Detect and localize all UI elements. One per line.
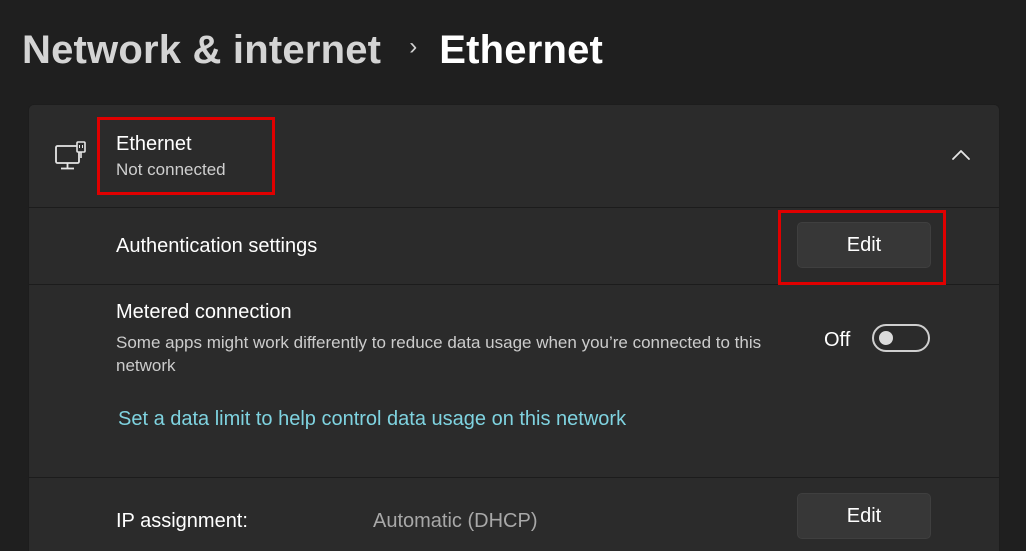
authentication-settings-row: Authentication settings Edit	[29, 208, 999, 285]
ip-assignment-edit-button[interactable]: Edit	[797, 493, 931, 539]
metered-connection-toggle[interactable]	[872, 324, 930, 352]
settings-page: Network & internet › Ethernet Ethernet N…	[0, 0, 1026, 551]
breadcrumb-separator: ›	[409, 33, 418, 60]
authentication-settings-label: Authentication settings	[116, 235, 318, 257]
breadcrumb: Network & internet › Ethernet	[22, 24, 603, 76]
metered-connection-label: Metered connection	[116, 301, 292, 323]
metered-connection-row: Metered connection Some apps might work …	[29, 285, 999, 478]
ethernet-title-highlight	[97, 117, 275, 195]
ip-assignment-label: IP assignment:	[116, 510, 248, 532]
metered-connection-description: Some apps might work differently to redu…	[116, 333, 762, 375]
ethernet-card: Ethernet Not connected Authentication se…	[28, 104, 1000, 551]
ethernet-monitor-icon	[55, 141, 86, 170]
chevron-up-icon	[952, 150, 970, 160]
page-title: Ethernet	[439, 27, 604, 72]
ip-assignment-value: Automatic (DHCP)	[373, 510, 538, 532]
toggle-knob	[879, 331, 893, 345]
breadcrumb-network-internet[interactable]: Network & internet	[22, 28, 381, 73]
ethernet-card-header[interactable]: Ethernet Not connected	[29, 105, 999, 208]
collapse-button[interactable]	[943, 137, 979, 173]
ethernet-title: Ethernet	[116, 133, 192, 155]
metered-toggle-state: Off	[824, 329, 851, 351]
ethernet-status: Not connected	[116, 160, 226, 179]
authentication-edit-button[interactable]: Edit	[797, 222, 931, 268]
ip-assignment-row: IP assignment: Automatic (DHCP) Edit	[29, 478, 999, 551]
set-data-limit-link[interactable]: Set a data limit to help control data us…	[118, 408, 626, 431]
